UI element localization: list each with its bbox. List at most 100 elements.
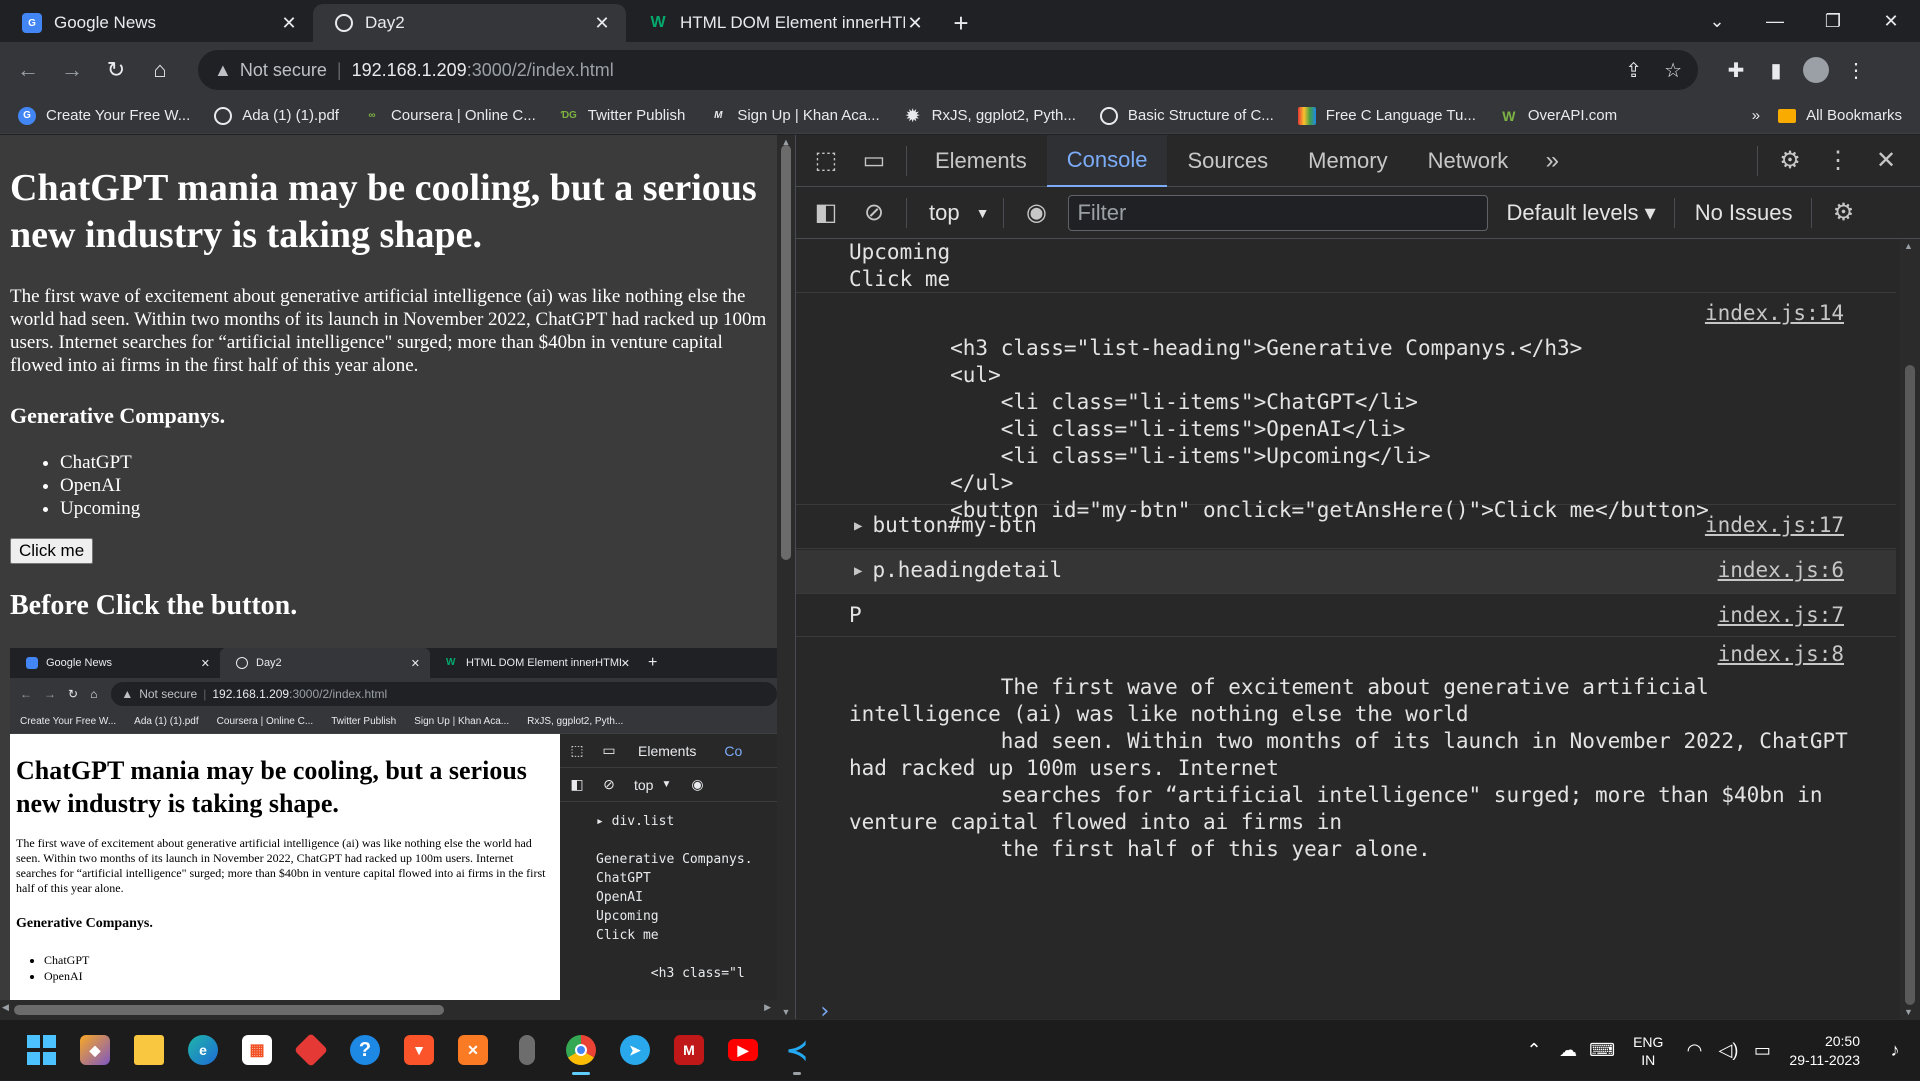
start-button[interactable] (14, 1023, 68, 1077)
vscode-icon[interactable]: ≺ (770, 1023, 824, 1077)
bookmarks-overflow-button[interactable]: » (1752, 107, 1760, 124)
kebab-menu-icon[interactable]: ⋮ (1814, 135, 1862, 187)
source-link[interactable]: index.js:7 (1718, 603, 1844, 627)
home-icon[interactable]: ⌂ (140, 50, 180, 90)
console-message[interactable]: ▶ button#my-btn index.js:17 (796, 505, 1896, 549)
language-indicator[interactable]: ENG IN (1633, 1033, 1663, 1069)
bookmark-item[interactable]: M Sign Up | Khan Aca... (709, 107, 880, 125)
warning-icon[interactable]: ▲ (214, 60, 232, 81)
source-link[interactable]: index.js:8 (1718, 642, 1844, 666)
expand-triangle-icon[interactable]: ▶ (854, 563, 862, 579)
clear-console-icon[interactable]: ⊘ (850, 187, 898, 239)
scroll-down-icon[interactable]: ▼ (1904, 1007, 1913, 1017)
tab-memory[interactable]: Memory (1288, 135, 1407, 187)
brave-icon[interactable]: ▼ (392, 1023, 446, 1077)
device-toolbar-icon[interactable]: ▭ (850, 135, 898, 187)
expand-triangle-icon[interactable]: ▶ (854, 518, 862, 534)
maximize-icon[interactable]: ❐ (1804, 0, 1862, 42)
close-window-icon[interactable]: ✕ (1862, 0, 1920, 42)
bookmark-item[interactable]: Basic Structure of C... (1099, 106, 1274, 125)
eye-icon[interactable]: ◉ (1012, 187, 1060, 239)
back-icon[interactable]: ← (8, 50, 48, 90)
source-link[interactable]: index.js:14 (1705, 301, 1844, 325)
tab-sources[interactable]: Sources (1167, 135, 1288, 187)
log-levels-dropdown[interactable]: Default levels ▾ (1506, 200, 1655, 226)
forward-icon[interactable]: → (52, 50, 92, 90)
bookmark-star-icon[interactable]: ☆ (1664, 58, 1682, 83)
widgets-icon[interactable]: ◆ (68, 1023, 122, 1077)
microsoft-store-icon[interactable]: ▦ (230, 1023, 284, 1077)
console-filter-input[interactable]: Filter (1068, 194, 1489, 231)
settings-gear-icon[interactable]: ⚙ (1766, 135, 1814, 187)
console-settings-icon[interactable]: ⚙ (1820, 187, 1868, 239)
bookmark-item[interactable]: G Create Your Free W... (18, 106, 190, 125)
console-message[interactable]: ▶ p.headingdetail index.js:6 (796, 550, 1896, 594)
chevron-down-icon[interactable]: ▼ (976, 205, 990, 221)
page-horizontal-scrollbar[interactable]: ◀ ▶ (0, 1000, 777, 1019)
profile-avatar[interactable] (1796, 50, 1836, 90)
address-bar[interactable]: ▲ Not secure | 192.168.1.209 :3000/2/ind… (198, 50, 1698, 90)
close-tab-icon[interactable]: ✕ (279, 13, 299, 34)
xampp-icon[interactable]: ✕ (446, 1023, 500, 1077)
side-panel-icon[interactable]: ▮ (1756, 50, 1796, 90)
scroll-thumb[interactable] (14, 1005, 444, 1015)
notification-bell-icon[interactable]: ♪ (1878, 1040, 1912, 1061)
chrome-icon[interactable] (554, 1023, 608, 1077)
bookmark-item[interactable]: Ada (1) (1).pdf (214, 106, 339, 125)
reload-icon[interactable]: ↻ (96, 50, 136, 90)
scroll-left-icon[interactable]: ◀ (2, 1002, 9, 1013)
bookmark-item[interactable]: ∞ Coursera | Online C... (363, 107, 535, 125)
scroll-thumb[interactable] (781, 145, 791, 560)
minimize-icon[interactable]: — (1746, 0, 1804, 42)
scroll-up-icon[interactable]: ▲ (1904, 241, 1913, 251)
context-selector[interactable]: top (929, 200, 960, 226)
inspect-element-icon[interactable]: ⬚ (802, 135, 850, 187)
tab-google-news[interactable]: G Google News ✕ (0, 4, 313, 42)
issues-counter[interactable]: No Issues (1695, 200, 1793, 226)
more-tabs-icon[interactable]: » (1528, 135, 1576, 187)
close-tab-icon[interactable]: ✕ (592, 13, 612, 34)
wifi-icon[interactable]: ◠ (1677, 1040, 1711, 1061)
file-explorer-icon[interactable] (122, 1023, 176, 1077)
tab-day2[interactable]: Day2 ✕ (313, 4, 626, 42)
chevron-up-icon[interactable]: ⌃ (1517, 1040, 1551, 1061)
all-bookmarks-button[interactable]: All Bookmarks (1778, 107, 1902, 124)
scroll-down-icon[interactable]: ▼ (777, 1007, 795, 1017)
battery-icon[interactable]: ▭ (1745, 1040, 1779, 1061)
menu-kebab-icon[interactable]: ⋮ (1836, 50, 1876, 90)
tab-console[interactable]: Console (1046, 134, 1168, 187)
clock[interactable]: 20:50 29-11-2023 (1789, 1032, 1860, 1070)
youtube-icon[interactable]: ▶ (716, 1023, 770, 1077)
source-link[interactable]: index.js:17 (1705, 513, 1844, 537)
volume-icon[interactable]: ◁) (1711, 1040, 1745, 1061)
help-icon[interactable]: ? (338, 1023, 392, 1077)
keyboard-icon[interactable]: ⌨ (1585, 1040, 1619, 1061)
bookmark-item[interactable]: ✹ RxJS, ggplot2, Pyth... (904, 107, 1076, 125)
scroll-right-icon[interactable]: ▶ (764, 1002, 771, 1013)
edge-icon[interactable]: e (176, 1023, 230, 1077)
cloud-icon[interactable]: ☁ (1551, 1040, 1585, 1061)
bookmark-item[interactable]: W OverAPI.com (1500, 107, 1617, 125)
tab-network[interactable]: Network (1408, 135, 1529, 187)
close-tab-icon[interactable]: ✕ (905, 13, 925, 34)
console-scrollbar[interactable]: ▲ ▼ (1900, 239, 1920, 1019)
source-link[interactable]: index.js:6 (1718, 558, 1844, 582)
new-tab-button[interactable]: + (939, 4, 983, 42)
scroll-thumb[interactable] (1905, 365, 1915, 1005)
bookmark-item[interactable]: ƊG Twitter Publish (560, 107, 686, 125)
close-devtools-icon[interactable]: ✕ (1862, 135, 1910, 187)
share-icon[interactable]: ⇪ (1625, 58, 1642, 83)
tab-elements[interactable]: Elements (915, 135, 1047, 187)
my-btn[interactable]: Click me (10, 538, 94, 564)
mcafee-icon[interactable]: M (662, 1023, 716, 1077)
tab-w3schools[interactable]: W HTML DOM Element innerHTML ✕ (626, 4, 939, 42)
microphone-icon[interactable] (500, 1023, 554, 1077)
bookmark-item[interactable]: Free C Language Tu... (1297, 106, 1476, 125)
page-vertical-scrollbar[interactable]: ▲ ▼ (777, 135, 795, 1019)
extensions-icon[interactable]: ✚ (1716, 50, 1756, 90)
sidebar-toggle-icon[interactable]: ◧ (802, 187, 850, 239)
tab-search-icon[interactable]: ⌄ (1688, 0, 1746, 42)
telegram-icon[interactable]: ➤ (608, 1023, 662, 1077)
console-prompt[interactable]: › (818, 999, 831, 1019)
app-diamond-icon[interactable] (284, 1023, 338, 1077)
